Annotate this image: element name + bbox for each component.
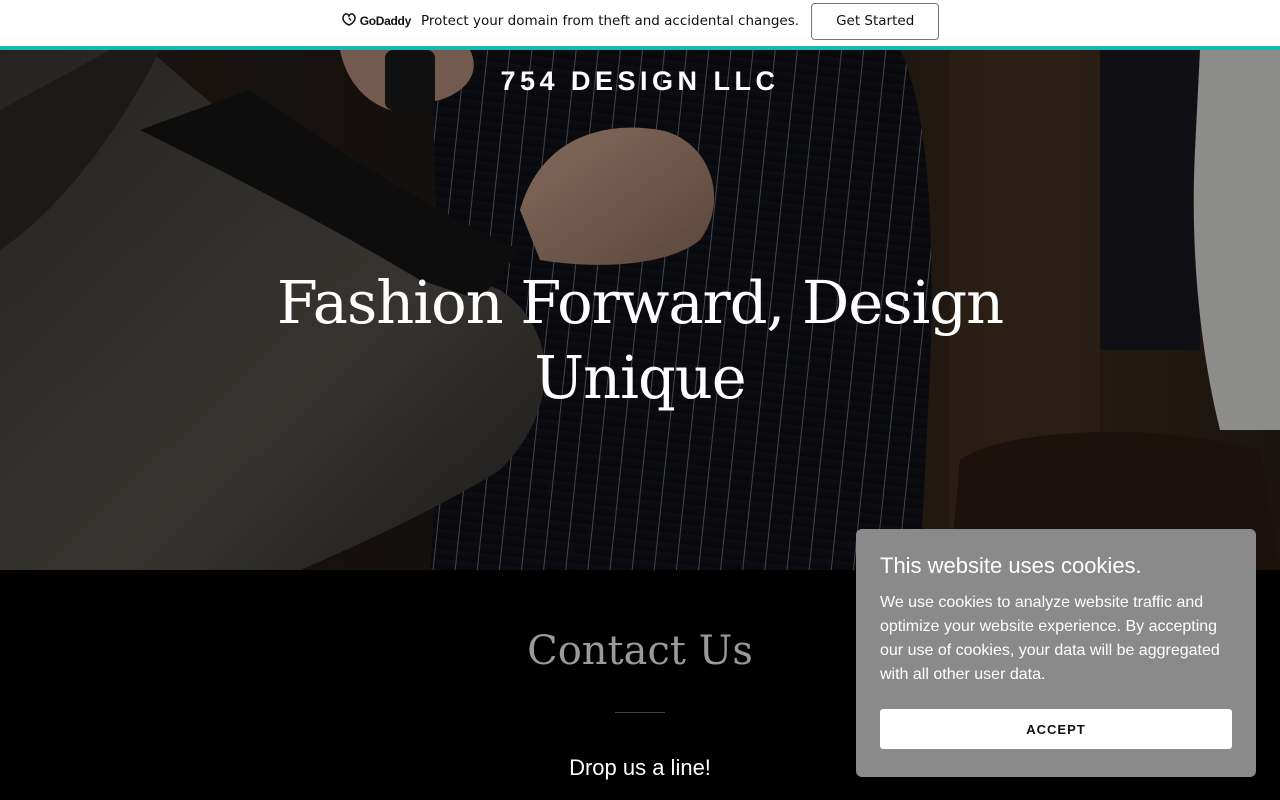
cookie-banner: This website uses cookies. We use cookie… xyxy=(856,529,1256,777)
godaddy-logo-icon xyxy=(341,12,357,31)
promo-bar: GoDaddy Protect your domain from theft a… xyxy=(0,0,1280,50)
promo-message: Protect your domain from theft and accid… xyxy=(420,13,800,29)
godaddy-logo-text: GoDaddy xyxy=(359,14,412,28)
cookie-body: We use cookies to analyze website traffi… xyxy=(880,594,1220,683)
accept-cookies-button[interactable]: ACCEPT xyxy=(880,709,1232,749)
cookie-title: This website uses cookies. xyxy=(880,553,1142,578)
get-started-button[interactable]: Get Started xyxy=(811,2,940,40)
godaddy-logo[interactable]: GoDaddy xyxy=(341,12,411,31)
hero-section: 754 DESIGN LLC Fashion Forward, Design U… xyxy=(0,50,1280,570)
site-title[interactable]: 754 DESIGN LLC xyxy=(0,66,1280,97)
hero-headline: Fashion Forward, Design Unique xyxy=(276,268,1004,412)
section-divider xyxy=(615,712,665,713)
